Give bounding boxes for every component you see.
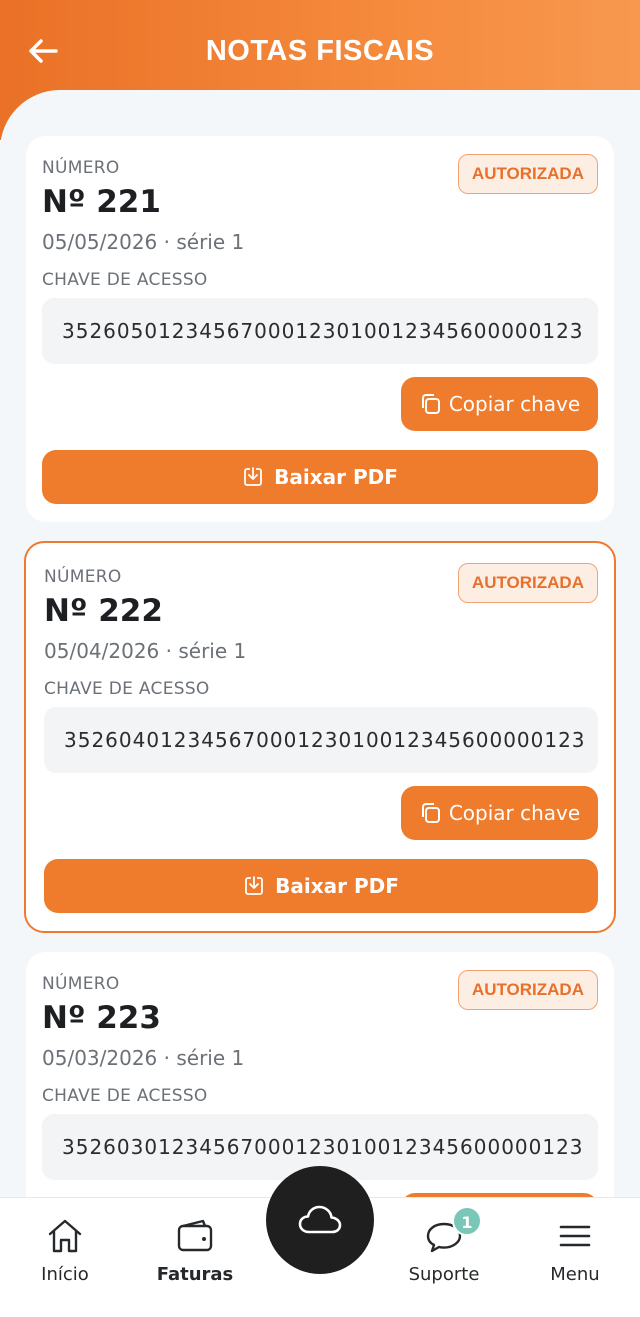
hamburger-menu-icon: [559, 1225, 591, 1247]
copy-key-label: Copiar chave: [448, 392, 581, 416]
download-icon: [242, 466, 264, 488]
status-badge: AUTORIZADA: [457, 154, 598, 194]
download-pdf-button[interactable]: Baixar PDF: [44, 859, 598, 913]
invoice-date: 05/04/2026 · série 1: [44, 639, 247, 663]
nav-label-faturas: Faturas: [156, 1264, 234, 1285]
access-key-label: CHAVE DE ACESSO: [42, 270, 208, 290]
invoice-card: NÚMERO Nº 221 05/05/2026 · série 1 AUTOR…: [26, 136, 614, 522]
download-pdf-button[interactable]: Baixar PDF: [42, 450, 598, 504]
nav-item-inicio[interactable]: Início: [10, 1218, 120, 1285]
copy-icon: [419, 392, 443, 416]
copy-key-label: Copiar chave: [448, 801, 581, 825]
page-title: NOTAS FISCAIS: [205, 35, 435, 67]
invoice-date: 05/05/2026 · série 1: [42, 230, 245, 254]
support-notification-badge: 1: [452, 1206, 482, 1236]
wallet-icon: [177, 1219, 213, 1252]
nav-item-menu[interactable]: Menu: [520, 1218, 630, 1285]
download-pdf-label: Baixar PDF: [275, 874, 399, 898]
number-label: NÚMERO: [44, 567, 122, 587]
access-key-label: CHAVE DE ACESSO: [42, 1086, 208, 1106]
access-key-label: CHAVE DE ACESSO: [44, 679, 210, 699]
number-label: NÚMERO: [42, 158, 120, 178]
nav-item-faturas[interactable]: Faturas: [140, 1218, 250, 1285]
cloud-icon: [298, 1205, 342, 1234]
copy-icon: [419, 801, 443, 825]
copy-key-button[interactable]: Copiar chave: [401, 377, 598, 431]
access-key-field[interactable]: 35260501234567000123010012345600000123: [42, 298, 598, 364]
nav-label-menu: Menu: [550, 1264, 600, 1285]
invoice-number: Nº 221: [42, 184, 161, 220]
invoice-card: NÚMERO Nº 222 05/04/2026 · série 1 AUTOR…: [24, 541, 616, 933]
status-badge: AUTORIZADA: [457, 563, 598, 603]
access-key-field[interactable]: 35260401234567000123010012345600000123: [44, 707, 598, 773]
invoice-card: NÚMERO Nº 223 05/03/2026 · série 1 AUTOR…: [26, 952, 614, 1200]
invoice-date: 05/03/2026 · série 1: [42, 1046, 245, 1070]
nav-item-suporte[interactable]: Suporte: [389, 1218, 499, 1285]
download-pdf-label: Baixar PDF: [274, 465, 398, 489]
invoice-number: Nº 222: [44, 593, 163, 629]
nav-label-inicio: Início: [41, 1264, 89, 1285]
status-badge: AUTORIZADA: [457, 970, 598, 1010]
invoice-list[interactable]: NÚMERO Nº 221 05/05/2026 · série 1 AUTOR…: [0, 90, 640, 1200]
number-label: NÚMERO: [42, 974, 120, 994]
download-icon: [243, 875, 265, 897]
nav-label-suporte: Suporte: [408, 1264, 480, 1285]
invoice-number: Nº 223: [42, 1000, 161, 1036]
home-icon: [48, 1219, 82, 1253]
cloud-fab-button[interactable]: [266, 1166, 374, 1274]
copy-key-button[interactable]: Copiar chave: [401, 786, 598, 840]
